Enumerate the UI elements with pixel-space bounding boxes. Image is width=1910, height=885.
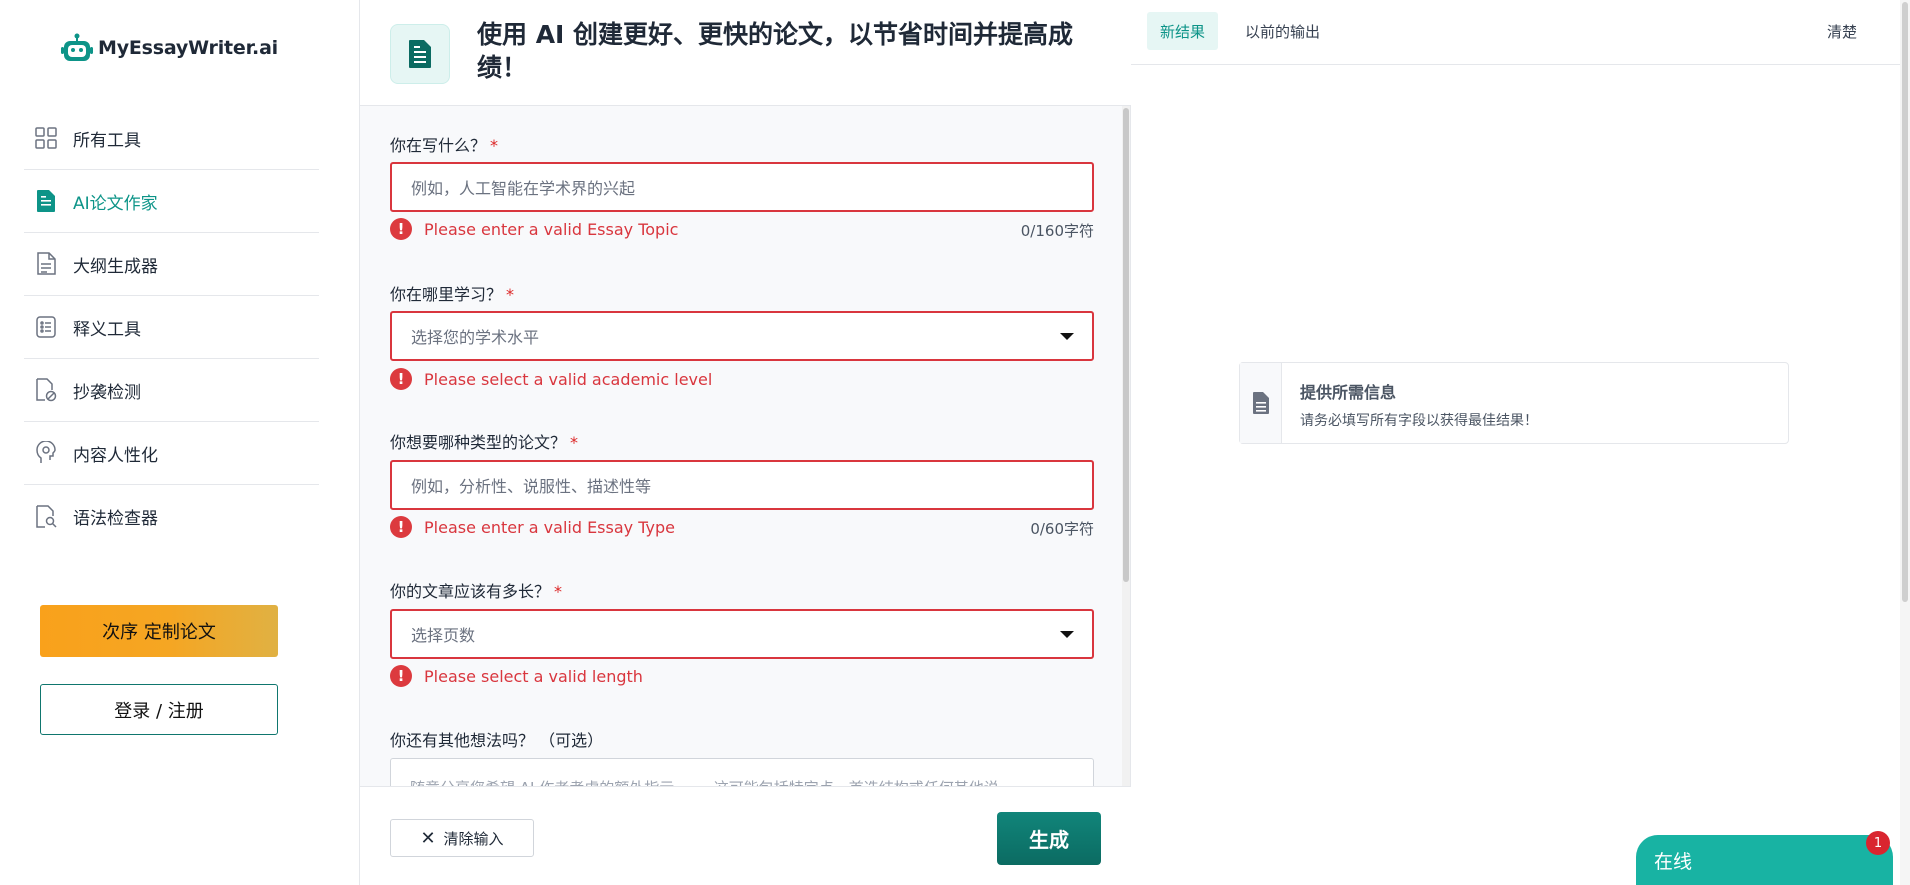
essay-type-input[interactable]: 例如，分析性、说服性、描述性等 <box>390 460 1094 510</box>
error-icon: ! <box>390 665 412 687</box>
plagiarism-icon <box>34 378 58 402</box>
close-icon: ✕ <box>420 827 436 849</box>
grid-icon <box>34 126 58 150</box>
results-tabs: 新结果 以前的输出 清楚 <box>1131 0 1910 65</box>
sidebar-item-humanizer[interactable]: 内容人性化 <box>24 422 319 485</box>
error-icon: ! <box>390 516 412 538</box>
info-subtitle: 请务必填写所有字段以获得最佳结果！ <box>1300 413 1538 429</box>
level-label-text: 你在哪里学习？ <box>390 285 503 304</box>
extra-label: 你还有其他想法吗？ （可选） <box>390 731 604 750</box>
essay-form: 你在写什么？ * 例如，人工智能在学术界的兴起 ! Please enter a v… <box>390 106 1100 786</box>
topic-error-text: Please enter a valid Essay Topic <box>424 219 679 239</box>
live-chat-button[interactable]: 在线 <box>1636 835 1893 885</box>
search-doc-icon <box>34 504 58 529</box>
sidebar-item-label: 大纲生成器 <box>73 256 158 277</box>
required-marker: * <box>506 285 515 304</box>
error-icon: ! <box>390 218 412 240</box>
page-scrollbar[interactable] <box>1900 0 1910 885</box>
order-custom-essay-button[interactable]: 次序 定制论文 <box>40 605 278 657</box>
type-error-text: Please enter a valid Essay Type <box>424 517 675 537</box>
results-panel: 新结果 以前的输出 清楚 提供所需信息 请务必填写所有字段以获得最佳结果！ <box>1131 0 1910 885</box>
sidebar-item-label: 释义工具 <box>73 319 141 340</box>
required-marker: * <box>490 136 499 155</box>
extra-instructions-textarea[interactable]: 随意分享您希望 AI 作者考虑的额外指示 —— 这可能包括特定点、首选结构或任何… <box>390 758 1094 786</box>
type-label-text: 你想要哪种类型的论文？ <box>390 433 567 452</box>
length-label: 你的文章应该有多长？ * <box>390 578 562 602</box>
essay-tool-icon <box>390 24 450 84</box>
essay-form-panel: 使用 AI 创建更好、更快的论文，以节省时间并提高成绩！ 你在写什么？ * 例如，… <box>360 0 1131 885</box>
sidebar-item-label: 抄袭检测 <box>73 382 141 403</box>
outline-icon <box>34 252 58 276</box>
sidebar-item-label: 语法检查器 <box>73 509 158 529</box>
login-register-button[interactable]: 登录 / 注册 <box>40 684 278 735</box>
chevron-down-icon <box>1060 333 1074 340</box>
form-header: 使用 AI 创建更好、更快的论文，以节省时间并提高成绩！ <box>360 0 1131 106</box>
length-error: ! Please select a valid length <box>390 665 643 687</box>
topic-label-text: 你在写什么？ <box>390 136 487 155</box>
sidebar-item-grammar-checker[interactable]: 语法检查器 <box>24 485 319 548</box>
sidebar-item-ai-essay-writer[interactable]: AI论文作家 <box>24 170 319 233</box>
topic-char-count: 0/160字符 <box>1020 222 1094 240</box>
form-scrollbar-thumb[interactable] <box>1123 108 1129 582</box>
essay-topic-input[interactable]: 例如，人工智能在学术界的兴起 <box>390 162 1094 212</box>
document-icon <box>34 189 58 213</box>
sidebar: MyEssayWriter.ai 所有工具 AI论文作家 大纲生成器 释义工具 <box>0 0 360 885</box>
info-card-text: 提供所需信息 请务必填写所有字段以获得最佳结果！ <box>1282 363 1538 443</box>
type-error: ! Please enter a valid Essay Type <box>390 516 675 538</box>
tab-new-results[interactable]: 新结果 <box>1147 12 1219 50</box>
page-scrollbar-thumb[interactable] <box>1902 2 1908 602</box>
sidebar-item-paraphrasing-tool[interactable]: 释义工具 <box>24 296 319 359</box>
file-icon <box>1252 392 1269 414</box>
clear-input-label: 清除输入 <box>443 829 504 848</box>
academic-level-value: 选择您的学术水平 <box>411 328 540 347</box>
info-card: 提供所需信息 请务必填写所有字段以获得最佳结果！ <box>1239 362 1789 444</box>
head-icon <box>34 441 58 465</box>
sidebar-item-label: AI论文作家 <box>73 193 158 214</box>
info-card-side <box>1240 363 1282 443</box>
generate-button[interactable]: 生成 <box>997 812 1101 865</box>
level-error-text: Please select a valid academic level <box>424 369 713 389</box>
required-marker: * <box>554 582 563 601</box>
essay-length-select[interactable]: 选择页数 <box>390 609 1094 659</box>
essay-length-value: 选择页数 <box>411 626 476 645</box>
sidebar-item-outline-generator[interactable]: 大纲生成器 <box>24 233 319 296</box>
level-label: 你在哪里学习？ * <box>390 281 514 305</box>
clear-results-link[interactable]: 清楚 <box>1827 21 1857 42</box>
info-title: 提供所需信息 <box>1300 383 1397 402</box>
chevron-down-icon <box>1060 631 1074 638</box>
academic-level-select[interactable]: 选择您的学术水平 <box>390 311 1094 361</box>
brand-name: MyEssayWriter.ai <box>98 37 278 59</box>
clear-input-button[interactable]: ✕ 清除输入 <box>390 819 534 857</box>
type-char-count: 0/60字符 <box>1030 520 1094 538</box>
error-icon: ! <box>390 368 412 390</box>
type-label: 你想要哪种类型的论文？ * <box>390 429 578 453</box>
level-error: ! Please select a valid academic level <box>390 368 712 390</box>
form-scrollbar[interactable] <box>1122 106 1130 786</box>
page-title: 使用 AI 创建更好、更快的论文，以节省时间并提高成绩！ <box>477 20 1074 82</box>
sidebar-item-plagiarism-checker[interactable]: 抄袭检测 <box>24 359 319 422</box>
list-icon <box>34 315 58 339</box>
tab-previous-output[interactable]: 以前的输出 <box>1232 12 1333 50</box>
sidebar-item-label: 内容人性化 <box>73 445 158 466</box>
topic-label: 你在写什么？ * <box>390 132 498 156</box>
sidebar-item-all-tools[interactable]: 所有工具 <box>24 107 319 170</box>
robot-logo-icon <box>60 33 94 63</box>
required-marker: * <box>570 433 579 452</box>
sidebar-item-label: 所有工具 <box>73 130 141 151</box>
topic-error: ! Please enter a valid Essay Topic <box>390 218 678 240</box>
length-label-text: 你的文章应该有多长？ <box>390 582 551 601</box>
brand-logo[interactable]: MyEssayWriter.ai <box>60 33 278 63</box>
length-error-text: Please select a valid length <box>424 666 643 686</box>
form-footer: ✕ 清除输入 生成 <box>360 786 1131 885</box>
chat-notification-badge: 1 <box>1866 831 1890 855</box>
sidebar-nav: 所有工具 AI论文作家 大纲生成器 释义工具 抄袭检测 内容人性化 语法检查器 <box>24 107 319 548</box>
